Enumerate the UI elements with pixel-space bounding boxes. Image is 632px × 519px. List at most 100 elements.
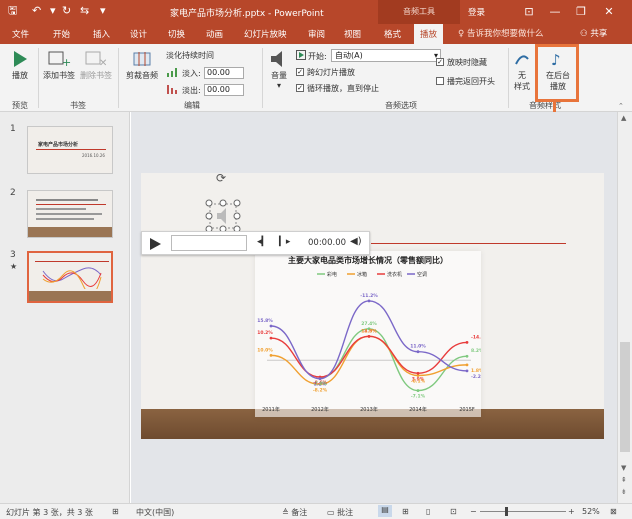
- tab-view[interactable]: 视图: [344, 28, 361, 40]
- loop-checkbox[interactable]: ✓: [296, 84, 304, 92]
- progress-track[interactable]: [171, 235, 247, 251]
- callout-highlight-box: [535, 44, 579, 102]
- play-icon: [14, 51, 27, 67]
- forward-icon[interactable]: ▎▸: [279, 237, 290, 247]
- save-icon[interactable]: 🖫: [8, 4, 17, 18]
- data-label: 10.2%: [257, 330, 273, 336]
- quick-access-dropdown-icon[interactable]: ▾: [100, 4, 106, 18]
- scroll-up-icon[interactable]: ▲: [621, 114, 626, 122]
- no-style-icon: [515, 55, 529, 65]
- slide-thumbnail-2[interactable]: [27, 190, 113, 238]
- undo-icon[interactable]: ↶: [32, 4, 41, 18]
- fade-in-input[interactable]: 00.00: [204, 67, 244, 79]
- player-play-icon[interactable]: [150, 238, 161, 250]
- legend-label: 空调: [417, 271, 427, 278]
- zoom-in-icon[interactable]: +: [568, 507, 575, 516]
- redo-icon[interactable]: ↻: [62, 4, 71, 18]
- speaker-icon: [271, 51, 282, 67]
- scroll-down-icon[interactable]: ▼: [621, 464, 626, 472]
- add-bookmark-icon: +: [48, 51, 71, 69]
- start-icon: [296, 50, 306, 62]
- x-tick-label: 2011年: [262, 406, 280, 413]
- rotate-handle-icon[interactable]: ⟳: [216, 173, 226, 185]
- data-label: 8.2%: [471, 348, 481, 354]
- spellcheck-icon[interactable]: ⊞: [112, 507, 119, 516]
- rewind-checkbox[interactable]: [436, 77, 444, 85]
- comments-button[interactable]: ▭ 批注: [327, 507, 353, 518]
- volume-dropdown-icon: ▾: [276, 81, 281, 90]
- title-bar: 🖫 ↶ ▾ ↻ ⇆ ▾ 家电产品市场分析.pptx - PowerPoint 音…: [0, 0, 632, 24]
- tab-home[interactable]: 开始: [53, 28, 70, 40]
- audio-player-bar[interactable]: ◂▎ ▎▸ 00:00.00 ◀): [141, 231, 370, 255]
- data-label: 10.0%: [257, 347, 273, 353]
- tell-me-search[interactable]: ♀ 告诉我你想要做什么: [458, 27, 543, 39]
- ribbon-options-icon[interactable]: ⊡: [518, 2, 540, 22]
- data-point: [367, 334, 371, 338]
- group-audio-options-label: 音频选项: [385, 101, 417, 110]
- cross-slides-checkbox[interactable]: ✓: [296, 68, 304, 76]
- language[interactable]: 中文(中国): [136, 507, 174, 518]
- tab-animations[interactable]: 动画: [206, 28, 223, 40]
- loop-label: 循环播放，直到停止: [307, 84, 379, 93]
- tab-slideshow[interactable]: 幻灯片放映: [244, 28, 287, 40]
- minimize-button[interactable]: —: [544, 2, 566, 22]
- tab-design[interactable]: 设计: [130, 28, 147, 40]
- undo-dropdown-icon[interactable]: ▾: [50, 4, 56, 18]
- tab-transitions[interactable]: 切换: [168, 28, 185, 40]
- group-edit-label: 编辑: [184, 101, 200, 110]
- vertical-scrollbar[interactable]: ▲ ▼ ⇞ ⇟: [617, 112, 632, 503]
- fit-slide-icon[interactable]: ⊠: [610, 507, 617, 516]
- restore-button[interactable]: ❐: [570, 2, 592, 22]
- slide[interactable]: ⟳ 主要大家电品类市场增长情况（零售额同比） 彩电 冰箱 洗衣机 空调 15.8% 10.2…: [141, 173, 604, 439]
- data-point: [318, 377, 322, 381]
- data-label: -6.1%: [411, 378, 426, 384]
- slide-thumbnail-3[interactable]: [27, 251, 113, 303]
- collapse-ribbon-icon[interactable]: ⌃: [618, 102, 624, 110]
- share-button[interactable]: ⚇ 共享: [580, 27, 607, 39]
- slideshow-view-icon[interactable]: ⊡: [450, 507, 457, 516]
- selection-handles[interactable]: [203, 197, 243, 235]
- login-button[interactable]: 登录: [468, 6, 485, 18]
- fade-out-input[interactable]: 00.00: [204, 84, 244, 96]
- no-style-button[interactable]: 无 样式: [510, 50, 534, 92]
- audio-tools-context-label: 音频工具: [378, 0, 460, 24]
- hide-during-show-checkbox[interactable]: ✓: [436, 58, 444, 66]
- zoom-level[interactable]: 52%: [582, 507, 600, 516]
- customize-icon[interactable]: ⇆: [80, 4, 89, 18]
- start-select[interactable]: 自动(A) ▾: [331, 49, 441, 62]
- notes-button[interactable]: ≜ 备注: [282, 507, 307, 518]
- zoom-slider[interactable]: [480, 511, 566, 512]
- tab-insert[interactable]: 插入: [93, 28, 110, 40]
- svg-text:+: +: [62, 56, 71, 68]
- tab-playback[interactable]: 播放: [414, 24, 444, 44]
- remove-bookmark-button[interactable]: ✕ 删除书签: [78, 50, 114, 81]
- reading-view-icon[interactable]: ▯: [426, 507, 430, 516]
- normal-view-icon[interactable]: ▤: [378, 505, 392, 517]
- tab-file[interactable]: 文件: [12, 28, 29, 40]
- slide-sorter-view-icon[interactable]: ⊞: [402, 507, 409, 516]
- data-label: -2.2%: [471, 374, 481, 380]
- rewind-icon[interactable]: ◂▎: [257, 237, 268, 247]
- trim-audio-button[interactable]: 剪裁音频: [122, 50, 162, 81]
- player-volume-icon[interactable]: ◀): [350, 236, 362, 247]
- data-label: 15.8%: [257, 318, 273, 324]
- add-bookmark-button[interactable]: + 添加书签: [42, 50, 76, 81]
- tab-format[interactable]: 格式: [384, 28, 401, 40]
- ribbon-tab-bar: 文件 开始 插入 设计 切换 动画 幻灯片放映 审阅 视图 格式 播放 ♀ 告诉…: [0, 24, 632, 44]
- title-rule: [371, 243, 566, 244]
- zoom-out-icon[interactable]: −: [470, 507, 477, 516]
- slide-thumbnail-1[interactable]: 家电产品市场分析 2016.10.26: [27, 126, 113, 174]
- close-button[interactable]: ✕: [598, 2, 620, 22]
- data-label: -7.8%: [313, 381, 328, 387]
- volume-button[interactable]: 音量 ▾: [266, 50, 292, 90]
- hide-during-show-label: 放映时隐藏: [447, 58, 487, 67]
- zoom-slider-thumb[interactable]: [505, 507, 508, 516]
- play-button[interactable]: 播放: [6, 50, 34, 81]
- scrollbar-thumb[interactable]: [620, 342, 630, 452]
- data-point: [269, 324, 273, 328]
- data-label: -7.1%: [411, 394, 426, 400]
- next-slide-icon[interactable]: ⇟: [621, 488, 627, 496]
- tab-review[interactable]: 审阅: [308, 28, 325, 40]
- previous-slide-icon[interactable]: ⇞: [621, 476, 627, 484]
- data-point: [465, 369, 469, 373]
